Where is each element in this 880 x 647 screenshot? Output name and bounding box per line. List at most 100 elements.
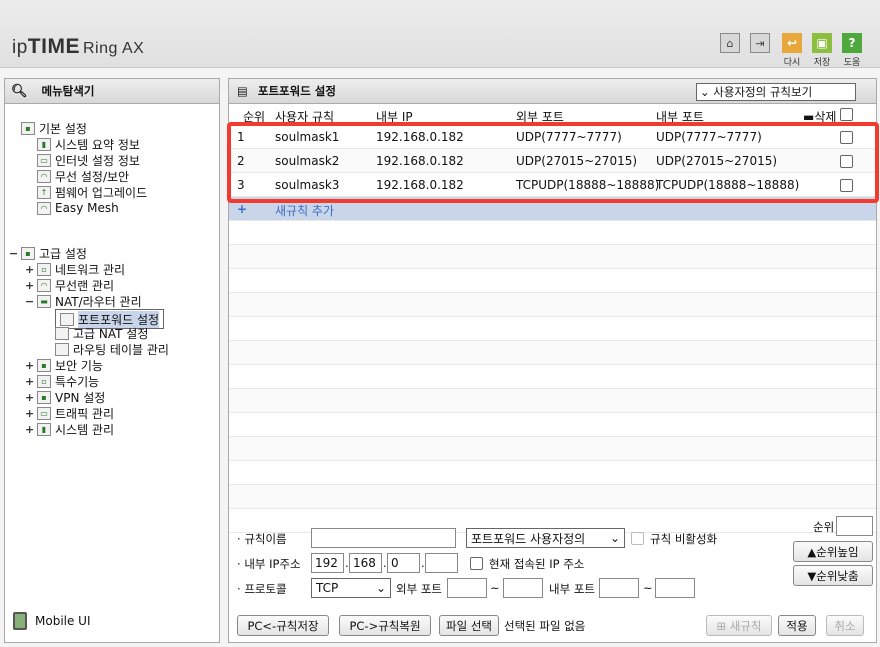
menu-vpn[interactable]: + ▪ VPN 설정 <box>25 389 105 405</box>
highlight-box <box>227 122 879 203</box>
ip-octet-2[interactable]: 168 <box>349 553 382 573</box>
menu-system-summary[interactable]: ▮ 시스템 요약 정보 <box>37 136 140 152</box>
menu-routing-table[interactable]: 라우팅 테이블 관리 <box>55 341 169 357</box>
reload-icon: ↩ <box>782 33 802 53</box>
empty-row <box>229 317 876 341</box>
menu-advanced-nat[interactable]: 고급 NAT 설정 <box>55 325 148 341</box>
upgrade-icon: ↑ <box>37 185 51 199</box>
menu-security[interactable]: + ▪ 보안 기능 <box>25 357 103 373</box>
expand-icon: + <box>25 422 35 436</box>
expand-icon: + <box>25 390 35 404</box>
menu-internet-info[interactable]: ▭ 인터넷 설정 정보 <box>37 152 140 168</box>
disable-rule-checkbox[interactable] <box>631 532 644 545</box>
search-icon: 🔍︎ <box>11 83 28 99</box>
vpn-icon: ▪ <box>37 390 51 404</box>
chevron-down-icon: ⌄ <box>375 581 386 595</box>
ext-port-label: 외부 포트 <box>396 582 442 596</box>
ip-label: · 내부 IP주소 <box>237 557 301 571</box>
system-icon: ▮ <box>37 422 51 436</box>
empty-row <box>229 437 876 461</box>
empty-row <box>229 269 876 293</box>
rank-down-button[interactable]: ▼ 순위낮춤 <box>793 565 873 586</box>
tilde: ~ <box>643 581 653 595</box>
logout-button[interactable]: ⇥ <box>750 33 774 68</box>
network-icon: ▫ <box>37 262 51 276</box>
ext-port-start[interactable] <box>447 578 487 598</box>
ip-octet-4[interactable] <box>425 553 458 573</box>
expand-icon: + <box>25 358 35 372</box>
router-icon: ▬ <box>37 294 51 308</box>
disable-rule-label: 규칙 비활성화 <box>650 532 718 546</box>
menu-system[interactable]: + ▮ 시스템 관리 <box>25 421 114 437</box>
apply-button[interactable]: 적용 <box>778 615 816 636</box>
menu-network[interactable]: + ▫ 네트워크 관리 <box>25 261 125 277</box>
help-button[interactable]: ? 도움 <box>840 33 864 68</box>
mesh-icon: ◠ <box>37 201 51 215</box>
collapse-icon: − <box>9 246 19 260</box>
lock-icon: ▪ <box>37 358 51 372</box>
logo: ipTIME Ring AX <box>12 35 145 58</box>
collapse-icon: − <box>25 294 35 308</box>
wifi-icon: ◠ <box>37 169 51 183</box>
tilde: ~ <box>490 581 500 595</box>
mobile-icon <box>13 612 27 630</box>
monitor-icon: ▭ <box>37 153 51 167</box>
menu-special[interactable]: + ▫ 특수기능 <box>25 373 99 389</box>
menu-advanced[interactable]: − ▪ 고급 설정 <box>9 245 87 261</box>
restore-rules-from-pc-button[interactable]: PC->규칙복원 <box>339 615 431 636</box>
home-button[interactable]: ⌂ <box>720 33 744 68</box>
current-ip-checkbox[interactable] <box>470 557 483 570</box>
expand-icon: + <box>25 262 35 276</box>
empty-row <box>229 245 876 269</box>
special-icon: ▫ <box>37 374 51 388</box>
rule-type-select[interactable]: 포트포워드 사용자정의 ⌄ <box>466 528 625 548</box>
reload-button[interactable]: ↩ 다시 <box>780 33 804 68</box>
cancel-button[interactable]: 취소 <box>826 615 864 636</box>
save-rules-to-pc-button[interactable]: PC<-규칙저장 <box>237 615 329 636</box>
rule-name-label: · 규칙이름 <box>237 532 287 546</box>
page-icon <box>55 326 69 340</box>
ip-octet-1[interactable]: 192 <box>311 553 344 573</box>
empty-row <box>229 293 876 317</box>
menu-basic[interactable]: ▪ 기본 설정 <box>21 120 87 136</box>
protocol-select[interactable]: TCP ⌄ <box>311 578 391 598</box>
save-button[interactable]: ▣ 저장 <box>810 33 834 68</box>
menu-traffic[interactable]: + ▭ 트래픽 관리 <box>25 405 114 421</box>
file-select-button[interactable]: 파일 선택 <box>439 615 499 636</box>
view-rules-select[interactable]: ⌄ 사용자정의 규칙보기 <box>696 83 856 101</box>
header: ipTIME Ring AX ⌂ ⇥ ↩ 다시 ▣ 저장 ? 도움 <box>0 0 880 68</box>
menu-wireless[interactable]: ◠ 무선 설정/보안 <box>37 168 129 184</box>
int-port-start[interactable] <box>599 578 639 598</box>
current-ip-label: 현재 접속된 IP 주소 <box>489 557 585 571</box>
empty-row <box>229 341 876 365</box>
empty-row <box>229 413 876 437</box>
folder-icon: ▪ <box>21 121 35 135</box>
new-rule-button[interactable]: ⊞ 새규칙 <box>706 615 772 636</box>
empty-row <box>229 485 876 509</box>
menu-wlan[interactable]: + ◠ 무선랜 관리 <box>25 277 114 293</box>
delete-all-checkbox[interactable] <box>840 108 853 121</box>
rule-form: · 규칙이름 포트포워드 사용자정의 ⌄ 규칙 비활성화 순위 ▲ 순위높임 ▼ 순위… <box>229 514 876 642</box>
chart-icon: ▮ <box>37 137 51 151</box>
menu-firmware[interactable]: ↑ 펌웨어 업그레이드 <box>37 184 147 200</box>
menu-explorer: 🔍︎ 메뉴탐색기 ▪ 기본 설정 ▮ 시스템 요약 정보 ▭ 인터넷 설정 정보 ◠ 무선… <box>4 78 220 643</box>
rule-name-input[interactable] <box>311 528 456 548</box>
chevron-down-icon: ⌄ <box>609 531 620 545</box>
protocol-label: · 프로토콜 <box>237 582 287 596</box>
ext-port-end[interactable] <box>503 578 543 598</box>
expand-icon: + <box>25 406 35 420</box>
menu-explorer-title: 🔍︎ 메뉴탐색기 <box>5 79 219 104</box>
traffic-icon: ▭ <box>37 406 51 420</box>
expand-icon: + <box>25 278 35 292</box>
logout-icon: ⇥ <box>750 33 770 53</box>
wifi-icon: ◠ <box>37 278 51 292</box>
rank-up-button[interactable]: ▲ 순위높임 <box>793 541 873 562</box>
empty-row <box>229 221 876 245</box>
menu-nat[interactable]: − ▬ NAT/라우터 관리 <box>25 293 142 309</box>
int-port-end[interactable] <box>655 578 695 598</box>
menu-easy-mesh[interactable]: ◠ Easy Mesh <box>37 200 119 216</box>
mobile-ui-link[interactable]: Mobile UI <box>13 612 91 630</box>
ip-octet-3[interactable]: 0 <box>387 553 420 573</box>
save-icon: ▣ <box>812 33 832 53</box>
rank-input[interactable] <box>836 516 873 536</box>
